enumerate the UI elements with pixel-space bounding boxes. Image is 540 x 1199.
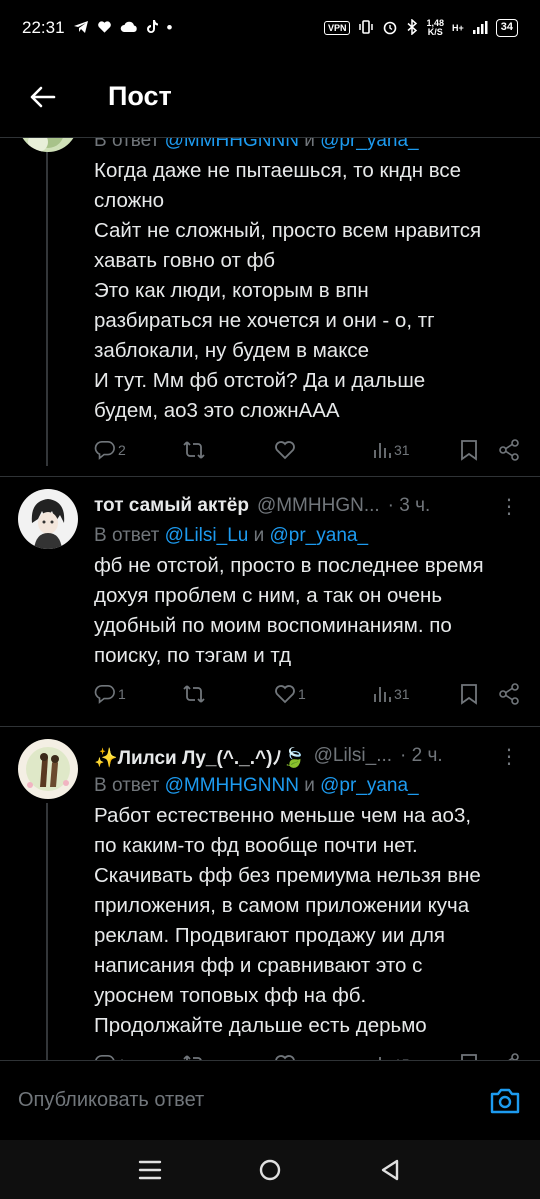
reply-input[interactable]: Опубликовать ответ [18, 1089, 204, 1112]
status-dot: • [166, 18, 173, 37]
cloud-icon [120, 21, 138, 36]
reply-button[interactable]: 2 [94, 440, 182, 460]
triangle-back-icon [381, 1159, 399, 1180]
reply-feed: В ответ @MMHHGNNN и @pr_yana_ Когда даже… [0, 138, 540, 1060]
home-button[interactable] [250, 1150, 290, 1190]
reply-context: В ответ @Lilsi_Lu и @pr_yana_ [94, 525, 369, 546]
author-handle[interactable]: @MMHHGN... [257, 495, 380, 517]
status-time: 22:31 [22, 18, 65, 37]
bookmark-button[interactable] [460, 439, 498, 461]
retweet-button[interactable] [182, 440, 274, 460]
tweet-text: Когда даже не пытаешься, то кндн все сло… [94, 159, 482, 422]
views-count: 31 [394, 442, 410, 458]
tweet-actions: 2 31 [94, 435, 520, 465]
bookmark-button[interactable] [460, 683, 498, 705]
author-name[interactable]: тот самый актёр [94, 495, 249, 517]
views-icon [374, 443, 391, 458]
mention-link[interactable]: @Lilsi_Lu [165, 525, 249, 546]
vibrate-icon [358, 19, 374, 38]
retweet-icon [183, 685, 205, 703]
bluetooth-icon [406, 17, 418, 38]
tweet-meta: тот самый актёр @MMHHGN... · 3 ч. ⋮ [94, 491, 520, 521]
heart-icon [97, 20, 112, 37]
avatar[interactable] [18, 489, 78, 549]
heart-outline-icon [275, 685, 295, 704]
bookmark-icon [461, 440, 477, 461]
reply-context: В ответ @MMHHGNNN и @pr_yana_ [94, 775, 419, 796]
battery-indicator: 34 [495, 19, 518, 37]
signal-icon [472, 20, 488, 37]
telegram-icon [73, 20, 89, 37]
system-nav-bar [0, 1140, 540, 1199]
views-count: 31 [394, 686, 410, 702]
reply-icon [94, 685, 115, 704]
share-icon [499, 439, 519, 461]
recents-button[interactable] [130, 1150, 170, 1190]
more-options-icon[interactable]: ⋮ [499, 494, 520, 519]
thread-line [46, 803, 48, 1060]
author-name[interactable]: ✨Лилси Лу_(^._.^)ﾉ🍃 [94, 743, 306, 770]
tweet-time: · 2 ч. [400, 745, 443, 766]
reply-icon [94, 441, 115, 460]
camera-button[interactable] [488, 1084, 522, 1118]
menu-lines-icon [138, 1160, 162, 1179]
tweet-text: фб не отстой, просто в последнее время д… [94, 554, 484, 667]
mention-link[interactable]: @pr_yana_ [320, 775, 419, 796]
alarm-icon [382, 19, 398, 38]
share-button[interactable] [498, 1053, 520, 1060]
home-circle-icon [259, 1159, 281, 1180]
heart-outline-icon [275, 441, 295, 460]
bookmark-icon [461, 1054, 477, 1060]
camera-icon [490, 1088, 520, 1113]
more-options-icon[interactable]: ⋮ [499, 744, 520, 769]
bookmark-icon [461, 684, 477, 705]
system-back-button[interactable] [370, 1150, 410, 1190]
like-button[interactable] [274, 440, 372, 460]
share-button[interactable] [498, 439, 520, 461]
tiktok-icon [146, 19, 159, 37]
tweet[interactable]: тот самый актёр @MMHHGN... · 3 ч. ⋮ В от… [0, 477, 540, 725]
tweet-text: Работ естественно меньше чем на ао3, по … [94, 804, 481, 1037]
share-icon [499, 683, 519, 705]
retweet-button[interactable] [182, 684, 274, 704]
page-title: Пост [108, 81, 172, 111]
vpn-badge: VPN [323, 21, 351, 35]
reply-composer[interactable]: Опубликовать ответ [0, 1060, 540, 1140]
tweet-time: · 3 ч. [387, 495, 431, 516]
reply-count: 1 [118, 686, 126, 702]
mention-link[interactable]: @MMHHGNNN [165, 775, 299, 796]
thread-line [46, 138, 48, 466]
views-button[interactable]: 31 [372, 684, 460, 704]
network-type: H+ [451, 22, 464, 33]
tweet-actions: 1 15 [94, 1049, 520, 1060]
mention-link[interactable]: @pr_yana_ [270, 525, 369, 546]
tweet[interactable]: ✨Лилси Лу_(^._.^)ﾉ🍃 @Lilsi_... · 2 ч. ⋮ … [0, 727, 540, 1060]
tweet-actions: 1 1 31 [94, 679, 520, 709]
top-bar: Пост [0, 56, 540, 138]
tweet[interactable]: В ответ @MMHHGNNN и @pr_yana_ Когда даже… [0, 138, 540, 486]
back-button[interactable] [0, 56, 84, 138]
author-handle[interactable]: @Lilsi_... [314, 745, 392, 767]
avatar[interactable] [18, 739, 78, 799]
reply-button[interactable]: 1 [94, 684, 182, 704]
reply-context: В ответ @MMHHGNNN и @pr_yana_ [94, 138, 520, 156]
views-icon [374, 687, 391, 702]
share-button[interactable] [498, 683, 520, 705]
mention-link[interactable]: @pr_yana_ [320, 138, 419, 151]
bookmark-button[interactable] [460, 1053, 498, 1060]
share-icon [508, 1053, 519, 1060]
retweet-icon [183, 441, 205, 459]
like-count: 1 [298, 686, 306, 702]
views-button[interactable]: 31 [372, 440, 460, 460]
like-button[interactable]: 1 [274, 684, 372, 704]
avatar[interactable] [18, 138, 78, 152]
mention-link[interactable]: @MMHHGNNN [165, 138, 299, 151]
arrow-left-icon [30, 86, 56, 107]
tweet-meta: ✨Лилси Лу_(^._.^)ﾉ🍃 @Lilsi_... · 2 ч. ⋮ [94, 741, 520, 771]
status-bar: 22:31 • VPN 1,48 K/S H+ 34 [0, 0, 540, 56]
network-speed: 1,48 K/S [426, 18, 444, 37]
reply-count: 2 [118, 442, 126, 458]
